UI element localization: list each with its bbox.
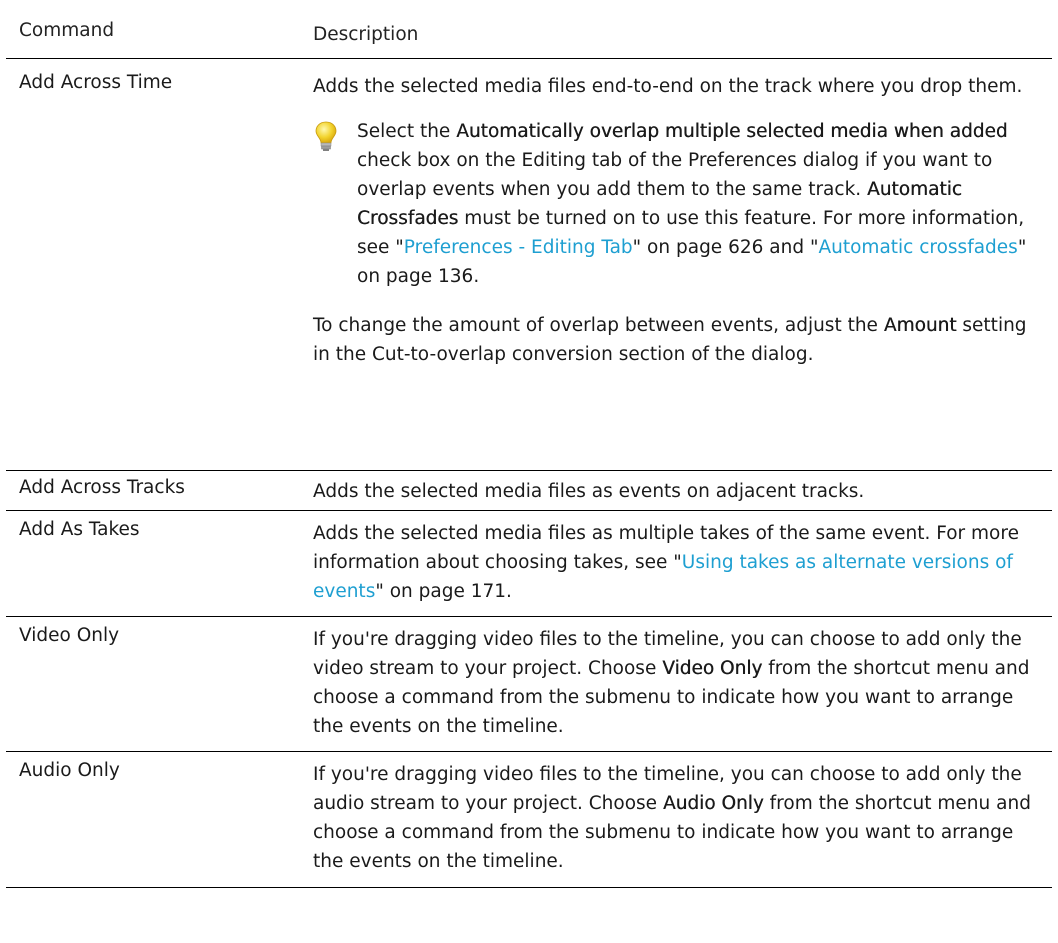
- commands-table: Command Description Add Across Time Adds…: [6, 14, 1052, 888]
- description-text: To change the amount of overlap between …: [313, 311, 1048, 369]
- command-cell: Add As Takes: [19, 519, 140, 540]
- tip-text-part: Select the: [357, 121, 457, 142]
- header-description: Description: [313, 24, 419, 45]
- header-command: Command: [19, 20, 115, 41]
- description-cell: Adds the selected media files as multipl…: [313, 511, 1048, 606]
- tip-note: Select the Automatically overlap multipl…: [313, 117, 1048, 291]
- table-row: Add As Takes Adds the selected media fil…: [6, 511, 1052, 617]
- tip-text-part: " on page 626 and ": [632, 237, 819, 258]
- description-text: Adds the selected media files end-to-end…: [313, 76, 1023, 97]
- lightbulb-icon: [315, 121, 337, 151]
- description-cell: If you're dragging video files to the ti…: [313, 617, 1048, 741]
- bold-term: Amount: [883, 315, 957, 336]
- tip-bold-option: Automatically overlap multiple selected …: [456, 121, 1008, 142]
- table-row: Audio Only If you're dragging video file…: [6, 752, 1052, 888]
- table-row: Add Across Time Adds the selected media …: [6, 59, 1052, 471]
- bold-term: Video Only: [662, 658, 763, 679]
- description-cell: If you're dragging video files to the ti…: [313, 752, 1048, 876]
- text-part: To change the amount of overlap between …: [313, 315, 884, 336]
- description-cell: Adds the selected media files as events …: [313, 481, 865, 502]
- table-row: Add Across Tracks Adds the selected medi…: [6, 471, 1052, 511]
- tip-text: Select the Automatically overlap multipl…: [357, 121, 1026, 287]
- table-header-row: Command Description: [6, 14, 1052, 59]
- command-cell: Video Only: [19, 625, 120, 646]
- text-part: " on page 171.: [375, 581, 512, 602]
- link-automatic-crossfades[interactable]: Automatic crossfades: [818, 237, 1017, 258]
- description-cell: Adds the selected media files end-to-end…: [313, 59, 1048, 369]
- command-cell: Audio Only: [19, 760, 120, 781]
- table-row: Video Only If you're dragging video file…: [6, 617, 1052, 752]
- command-cell: Add Across Tracks: [19, 477, 185, 498]
- link-preferences-editing-tab[interactable]: Preferences - Editing Tab: [404, 237, 633, 258]
- bold-term: Audio Only: [662, 793, 764, 814]
- command-cell: Add Across Time: [19, 72, 173, 93]
